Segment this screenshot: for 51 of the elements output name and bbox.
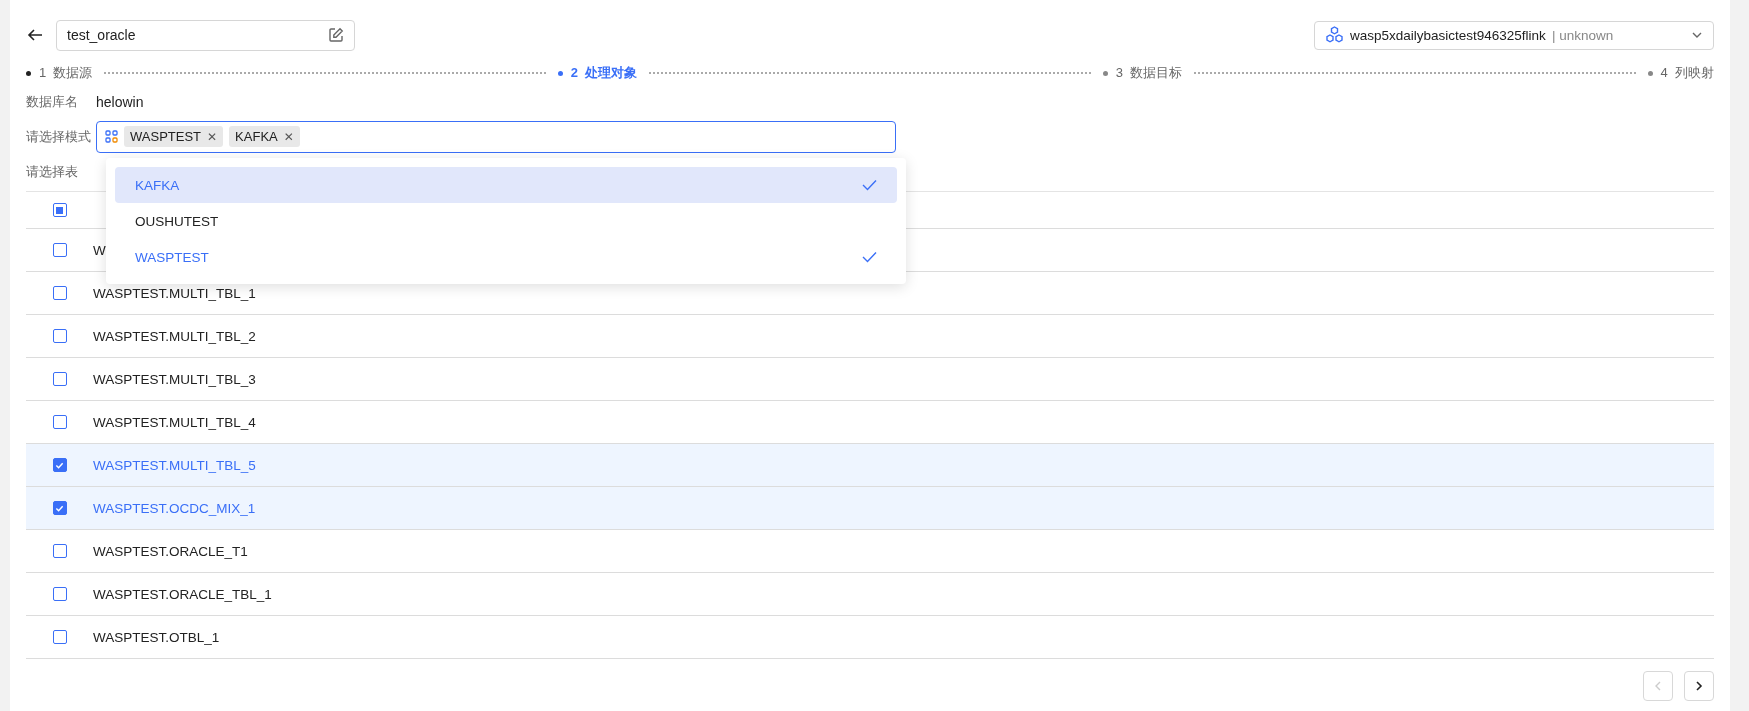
grid-icon: [105, 130, 118, 143]
row-checkbox[interactable]: [52, 286, 67, 300]
table-name: WASPTEST.OTBL_1: [93, 629, 220, 645]
check-icon: [862, 251, 877, 263]
table-name: WASPTEST.MULTI_TBL_2: [93, 328, 256, 344]
step-tab[interactable]: 2 处理对象: [557, 64, 638, 82]
checkmark-icon: [55, 503, 64, 513]
tag-label: WASPTEST: [130, 129, 202, 144]
table-name: WASPTEST.OCDC_MIX_1: [93, 500, 256, 516]
table-name: WASPTEST.MULTI_TBL_4: [93, 414, 256, 430]
remove-tag-button[interactable]: ✕: [207, 129, 218, 144]
table-name: WASPTEST.ORACLE_T1: [93, 543, 248, 559]
table-name: WASPTEST.ORACLE_TBL_1: [93, 586, 272, 602]
next-page-button[interactable]: [1684, 671, 1714, 701]
dropdown-option[interactable]: OUSHUTEST: [115, 203, 897, 239]
field-label: 请选择模式: [26, 127, 92, 146]
remove-tag-button[interactable]: ✕: [283, 129, 294, 144]
schema-select[interactable]: WASPTEST ✕ KAFKA ✕: [96, 120, 896, 153]
hexagons-icon: [1325, 26, 1344, 44]
tag-label: KAFKA: [235, 129, 278, 144]
step-tab[interactable]: 1 数据源: [26, 64, 93, 82]
step-tab[interactable]: 4 列映射: [1647, 64, 1714, 82]
table-name: W: [93, 242, 106, 258]
cluster-status: | unknown: [1551, 27, 1614, 43]
cluster-name: wasp5xdailybasictest946325flink: [1350, 27, 1546, 43]
chevron-left-icon: [1654, 681, 1662, 691]
row-checkbox[interactable]: [52, 587, 67, 601]
row-checkbox[interactable]: [52, 544, 67, 558]
field-label: 数据库名: [26, 92, 79, 111]
row-checkbox[interactable]: [52, 458, 67, 472]
row-checkbox[interactable]: [52, 372, 67, 386]
dropdown-option[interactable]: KAFKA: [115, 167, 897, 203]
edit-icon[interactable]: [328, 27, 344, 43]
step-tab[interactable]: 3 数据目标: [1102, 64, 1183, 82]
field-label: 请选择表: [26, 162, 79, 181]
row-checkbox[interactable]: [52, 243, 67, 257]
checkmark-icon: [55, 460, 64, 470]
cluster-select[interactable]: wasp5xdailybasictest946325flink | unknown: [1314, 20, 1714, 50]
check-icon: [862, 179, 877, 191]
row-checkbox[interactable]: [52, 630, 67, 644]
name-field[interactable]: test_oracle: [56, 19, 355, 51]
row-checkbox[interactable]: [52, 415, 67, 429]
dropdown-option[interactable]: WASPTEST: [115, 239, 897, 275]
table-name: WASPTEST.MULTI_TBL_5: [93, 457, 256, 473]
header-checkbox[interactable]: [52, 203, 67, 217]
row-checkbox[interactable]: [52, 329, 67, 343]
table-name: WASPTEST.MULTI_TBL_1: [93, 285, 256, 301]
chevron-right-icon: [1695, 681, 1703, 691]
database-name: helowin: [96, 93, 144, 110]
row-checkbox[interactable]: [52, 501, 67, 515]
table-name: WASPTEST.MULTI_TBL_3: [93, 371, 256, 387]
